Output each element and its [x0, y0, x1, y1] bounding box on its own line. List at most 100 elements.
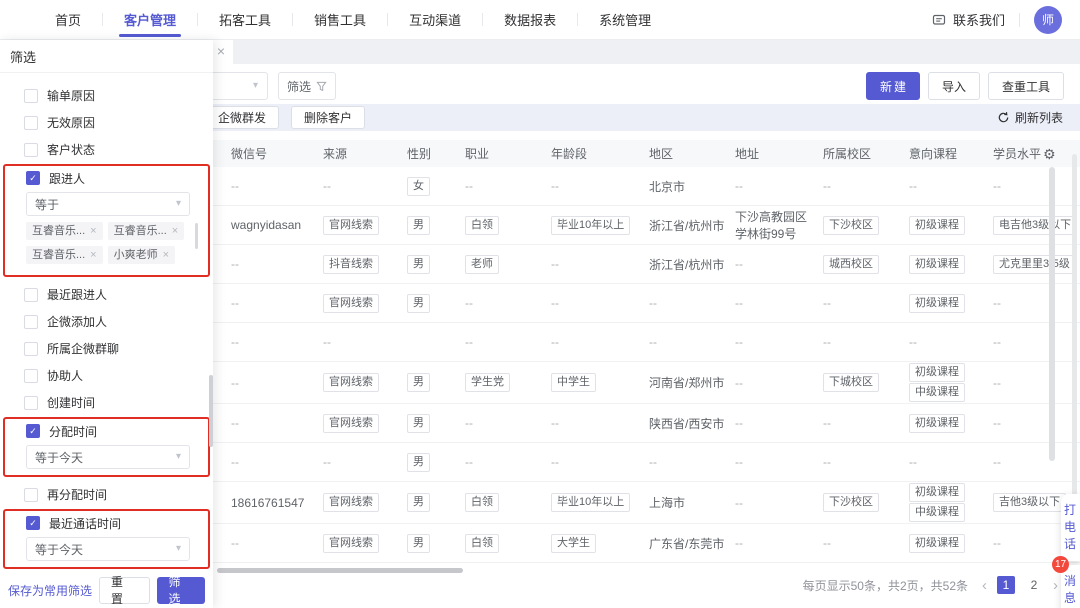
checkbox[interactable]: [24, 342, 38, 356]
table-cell: 下城校区: [823, 373, 909, 392]
cell-tag: 老师: [465, 255, 499, 274]
table-vertical-scrollbar[interactable]: [1049, 167, 1055, 461]
horizontal-scrollbar[interactable]: [217, 568, 463, 573]
table-cell: --: [993, 455, 1043, 469]
filter-operator-select[interactable]: 等于今天▾: [26, 445, 190, 469]
filter-item[interactable]: ✓跟进人: [11, 167, 202, 189]
checkbox[interactable]: ✓: [26, 171, 40, 185]
avatar[interactable]: 师: [1034, 6, 1062, 34]
table-cell: --: [735, 496, 823, 510]
nav-item-5[interactable]: 互动渠道: [388, 0, 482, 39]
remove-tag-icon[interactable]: ×: [172, 224, 178, 238]
empty-value: --: [735, 536, 743, 550]
column-settings-gear-icon[interactable]: ⚙: [1043, 147, 1065, 161]
remove-tag-icon[interactable]: ×: [90, 248, 96, 262]
table-cell: --: [551, 257, 649, 271]
column-header[interactable]: 职业: [465, 145, 551, 162]
filter-operator-select[interactable]: 等于▾: [26, 192, 190, 216]
column-header[interactable]: 微信号: [231, 145, 323, 162]
save-as-common-filter-link[interactable]: 保存为常用筛选: [8, 582, 92, 599]
contact-us-button[interactable]: 联系我们: [932, 10, 1005, 29]
filter-item[interactable]: ✓分配时间: [11, 420, 202, 442]
empty-value: --: [551, 179, 559, 193]
filter-item-label: 输单原因: [47, 87, 95, 104]
filter-item[interactable]: 最近跟进人: [0, 281, 213, 308]
column-header[interactable]: 地区: [649, 145, 735, 162]
checkbox[interactable]: [24, 396, 38, 410]
filter-item[interactable]: 客户状态: [0, 136, 213, 163]
table-cell: --: [465, 179, 551, 193]
page-scrollbar[interactable]: [1072, 154, 1077, 514]
apply-filter-button[interactable]: 筛选: [157, 577, 205, 604]
nav-item-1[interactable]: 首页: [34, 0, 102, 39]
filter-item[interactable]: 输单原因: [0, 82, 213, 109]
empty-value: --: [323, 455, 331, 469]
checkbox[interactable]: ✓: [26, 516, 40, 530]
filter-item[interactable]: 创建时间: [0, 389, 213, 416]
filter-operator-select[interactable]: 等于今天▾: [26, 537, 190, 561]
filter-operator-value: 等于: [35, 196, 59, 213]
nav-item-6[interactable]: 数据报表: [483, 0, 577, 39]
table-cell: --: [649, 335, 735, 349]
column-header[interactable]: 地址: [735, 145, 823, 162]
cell-tag: 下沙校区: [823, 216, 879, 235]
close-tab-icon[interactable]: ×: [217, 43, 225, 60]
checkbox[interactable]: [24, 288, 38, 302]
filter-item[interactable]: 无效原因: [0, 109, 213, 136]
table-cell: 陕西省/西安市: [649, 415, 735, 432]
prev-page-icon[interactable]: ‹: [982, 578, 987, 593]
empty-value: --: [231, 416, 239, 430]
column-header[interactable]: 学员水平: [993, 145, 1043, 162]
checkbox[interactable]: [24, 89, 38, 103]
filter-item[interactable]: 所属企微群聊: [0, 335, 213, 362]
wecom-group-send-button[interactable]: 企微群发: [205, 106, 279, 129]
next-page-icon[interactable]: ›: [1053, 578, 1058, 593]
reset-button[interactable]: 重置: [99, 577, 149, 604]
filter-item[interactable]: 再分配时间: [0, 481, 213, 508]
open-filter-button[interactable]: 筛选: [278, 72, 336, 100]
pagination-bar: 每页显示50条，共2页，共52条 ‹ 12 ›: [803, 576, 1058, 594]
refresh-list-button[interactable]: 刷新列表: [997, 109, 1063, 126]
checkbox[interactable]: ✓: [26, 424, 40, 438]
filter-item[interactable]: 企微添加人: [0, 308, 213, 335]
nav-item-2[interactable]: 客户管理: [103, 0, 197, 39]
column-header[interactable]: 所属校区: [823, 145, 909, 162]
make-call-button[interactable]: 打电话: [1061, 494, 1080, 561]
filter-item[interactable]: ✓最近通话时间: [11, 512, 202, 534]
import-button[interactable]: 导入: [928, 72, 980, 100]
nav-item-7[interactable]: 系统管理: [578, 0, 672, 39]
remove-tag-icon[interactable]: ×: [163, 248, 169, 262]
table-cell: --: [323, 335, 407, 349]
table-cell: 男: [407, 493, 465, 512]
column-header[interactable]: 年龄段: [551, 145, 649, 162]
filter-panel-scrollbar[interactable]: [209, 375, 213, 447]
column-header[interactable]: 意向课程: [909, 145, 993, 162]
delete-customer-button[interactable]: 删除客户: [291, 106, 365, 129]
column-header[interactable]: 性别: [407, 145, 465, 162]
checkbox[interactable]: [24, 488, 38, 502]
new-customer-button[interactable]: 新建: [866, 72, 920, 100]
page-number-1[interactable]: 1: [997, 576, 1015, 594]
table-cell: --: [993, 335, 1043, 349]
cell-tag: 男: [407, 373, 430, 392]
contact-us-label: 联系我们: [953, 10, 1005, 29]
checkbox[interactable]: [24, 369, 38, 383]
remove-tag-icon[interactable]: ×: [90, 224, 96, 238]
cell-tag: 初级课程: [909, 534, 965, 553]
table-cell: --: [993, 416, 1043, 430]
table-cell: --: [823, 536, 909, 550]
checkbox[interactable]: [24, 315, 38, 329]
tags-scrollbar-thumb[interactable]: [195, 223, 198, 249]
checkbox[interactable]: [24, 116, 38, 130]
nav-item-3[interactable]: 拓客工具: [198, 0, 292, 39]
table-cell: --: [649, 455, 735, 469]
filter-item[interactable]: 协助人: [0, 362, 213, 389]
table-cell: 白领: [465, 493, 551, 512]
app-window: 首页客户管理拓客工具销售工具互动渠道数据报表系统管理 联系我们 师 × ▾: [0, 0, 1080, 608]
dedupe-tool-button[interactable]: 查重工具: [988, 72, 1064, 100]
column-header[interactable]: 来源: [323, 145, 407, 162]
checkbox[interactable]: [24, 143, 38, 157]
nav-item-4[interactable]: 销售工具: [293, 0, 387, 39]
page-number-2[interactable]: 2: [1025, 576, 1043, 594]
cell-value: 上海市: [649, 496, 685, 510]
